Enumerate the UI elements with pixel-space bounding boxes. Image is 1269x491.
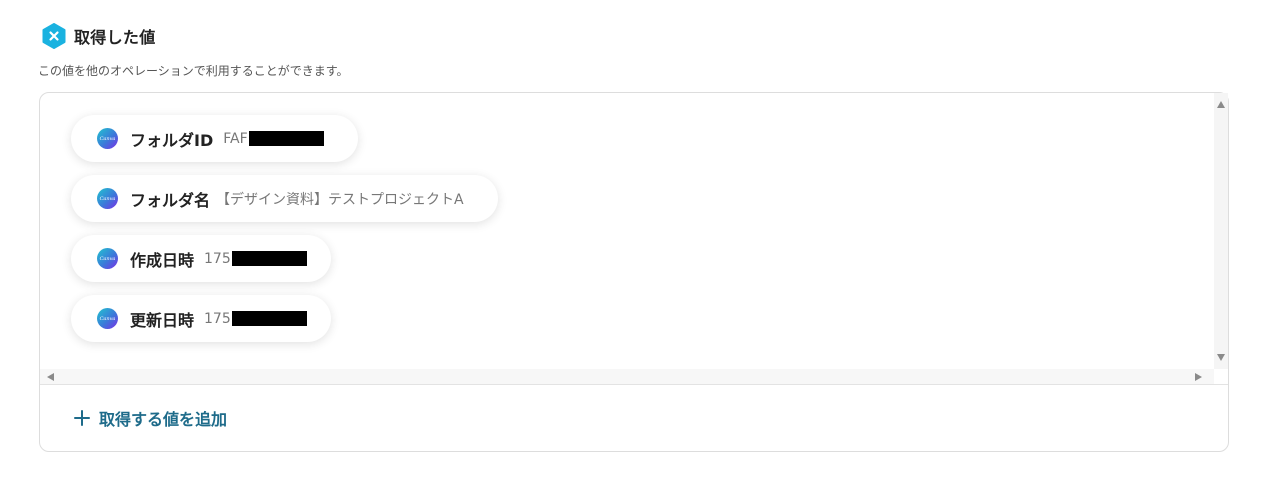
plus-icon (74, 410, 90, 426)
value-chip-list: Canva フォルダID FAF Canva フォルダ名 【デザイン資料】テスト… (71, 115, 498, 355)
value-chip-label: フォルダID (130, 130, 214, 150)
value-text: 175 (204, 250, 231, 267)
value-chip-folder-id[interactable]: Canva フォルダID FAF (71, 115, 358, 162)
values-scroll-area: Canva フォルダID FAF Canva フォルダ名 【デザイン資料】テスト… (40, 93, 1228, 384)
yoom-x-icon (42, 23, 66, 49)
value-chip-value: 175 (204, 251, 307, 267)
vertical-scrollbar[interactable] (1214, 93, 1228, 369)
scroll-down-arrow-icon[interactable] (1217, 354, 1225, 361)
value-text: 【デザイン資料】テストプロジェクトA (216, 191, 464, 208)
canva-icon: Canva (97, 128, 118, 149)
redacted-block (248, 131, 324, 146)
canva-icon: Canva (97, 248, 118, 269)
add-value-button[interactable]: 取得する値を追加 (74, 406, 227, 430)
add-value-label: 取得する値を追加 (99, 410, 228, 429)
value-chip-value: FAF (223, 130, 324, 147)
scroll-right-arrow-icon[interactable] (1195, 373, 1202, 381)
value-chip-label: 作成日時 (130, 250, 195, 270)
value-chip-label: 更新日時 (130, 310, 195, 330)
value-chip-created-at[interactable]: Canva 作成日時 175 (71, 235, 331, 282)
value-chip-folder-name[interactable]: Canva フォルダ名 【デザイン資料】テストプロジェクトA (71, 175, 498, 222)
redacted-block (231, 251, 307, 266)
scroll-left-arrow-icon[interactable] (47, 373, 54, 381)
section-title: 取得した値 (74, 28, 156, 47)
section-header: 取得した値 (41, 23, 156, 49)
panel-divider (40, 384, 1228, 385)
value-chip-updated-at[interactable]: Canva 更新日時 175 (71, 295, 331, 342)
scroll-up-arrow-icon[interactable] (1217, 101, 1225, 108)
value-text: FAF (223, 130, 248, 147)
horizontal-scrollbar[interactable] (40, 369, 1214, 384)
values-panel: Canva フォルダID FAF Canva フォルダ名 【デザイン資料】テスト… (39, 92, 1229, 452)
redacted-block (231, 311, 307, 326)
value-chip-label: フォルダ名 (130, 190, 211, 210)
canva-icon: Canva (97, 188, 118, 209)
section-description: この値を他のオペレーションで利用することができます。 (38, 64, 349, 78)
canva-icon: Canva (97, 308, 118, 329)
value-text: 175 (204, 310, 231, 327)
value-chip-value: 175 (204, 311, 307, 327)
value-chip-value: 【デザイン資料】テストプロジェクトA (216, 189, 464, 209)
